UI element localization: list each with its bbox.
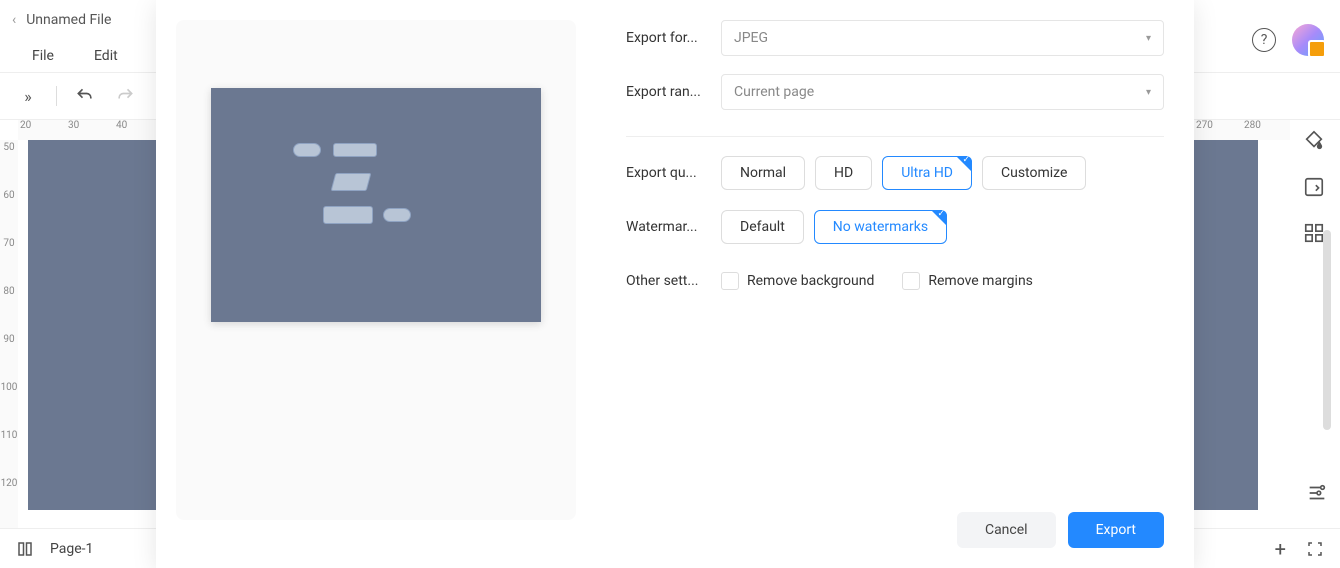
quality-label: Export qu... xyxy=(626,165,721,181)
page-label[interactable]: Page-1 xyxy=(50,541,93,557)
remove-margins-checkbox[interactable]: Remove margins xyxy=(902,272,1033,290)
filter-settings-icon[interactable] xyxy=(1306,482,1328,504)
chevron-down-icon: ▾ xyxy=(1146,33,1151,44)
range-label: Export ran... xyxy=(626,84,721,100)
settings-panel-icon[interactable] xyxy=(1303,176,1325,198)
undo-icon[interactable] xyxy=(73,84,97,108)
cancel-button[interactable]: Cancel xyxy=(957,512,1056,548)
add-page-icon[interactable]: + xyxy=(1275,537,1286,561)
fullscreen-icon[interactable] xyxy=(1306,540,1324,558)
quality-ultra-hd[interactable]: Ultra HD xyxy=(882,156,972,190)
pages-icon[interactable] xyxy=(16,540,34,558)
export-dialog: Export for... JPEG▾ Export ran... Curren… xyxy=(156,0,1194,568)
back-chevron-icon[interactable]: ‹ xyxy=(12,12,16,28)
help-icon[interactable]: ? xyxy=(1252,28,1276,52)
format-label: Export for... xyxy=(626,30,721,46)
preview-area xyxy=(176,20,576,520)
format-select[interactable]: JPEG▾ xyxy=(721,20,1164,56)
paint-bucket-icon[interactable] xyxy=(1303,130,1325,152)
filename: Unnamed File xyxy=(26,12,111,28)
ruler-vertical: 5060708090100110120 xyxy=(0,140,18,528)
watermark-none[interactable]: No watermarks xyxy=(814,210,947,244)
scrollbar[interactable] xyxy=(1323,230,1331,430)
watermark-label: Watermar... xyxy=(626,219,721,235)
quality-normal[interactable]: Normal xyxy=(721,156,805,190)
expand-icon[interactable]: » xyxy=(16,84,40,108)
quality-hd[interactable]: HD xyxy=(815,156,872,190)
right-sidebar xyxy=(1296,130,1332,244)
export-button[interactable]: Export xyxy=(1068,512,1164,548)
watermark-default[interactable]: Default xyxy=(721,210,804,244)
menu-file[interactable]: File xyxy=(32,48,54,64)
chevron-down-icon: ▾ xyxy=(1146,87,1151,98)
quality-customize[interactable]: Customize xyxy=(982,156,1086,190)
range-select[interactable]: Current page▾ xyxy=(721,74,1164,110)
menu-edit[interactable]: Edit xyxy=(94,48,118,64)
avatar[interactable] xyxy=(1292,24,1324,56)
grid-icon[interactable] xyxy=(1303,222,1325,244)
remove-background-checkbox[interactable]: Remove background xyxy=(721,272,874,290)
preview-canvas xyxy=(211,88,541,322)
other-settings-label: Other sett... xyxy=(626,273,721,289)
redo-icon[interactable] xyxy=(113,84,137,108)
